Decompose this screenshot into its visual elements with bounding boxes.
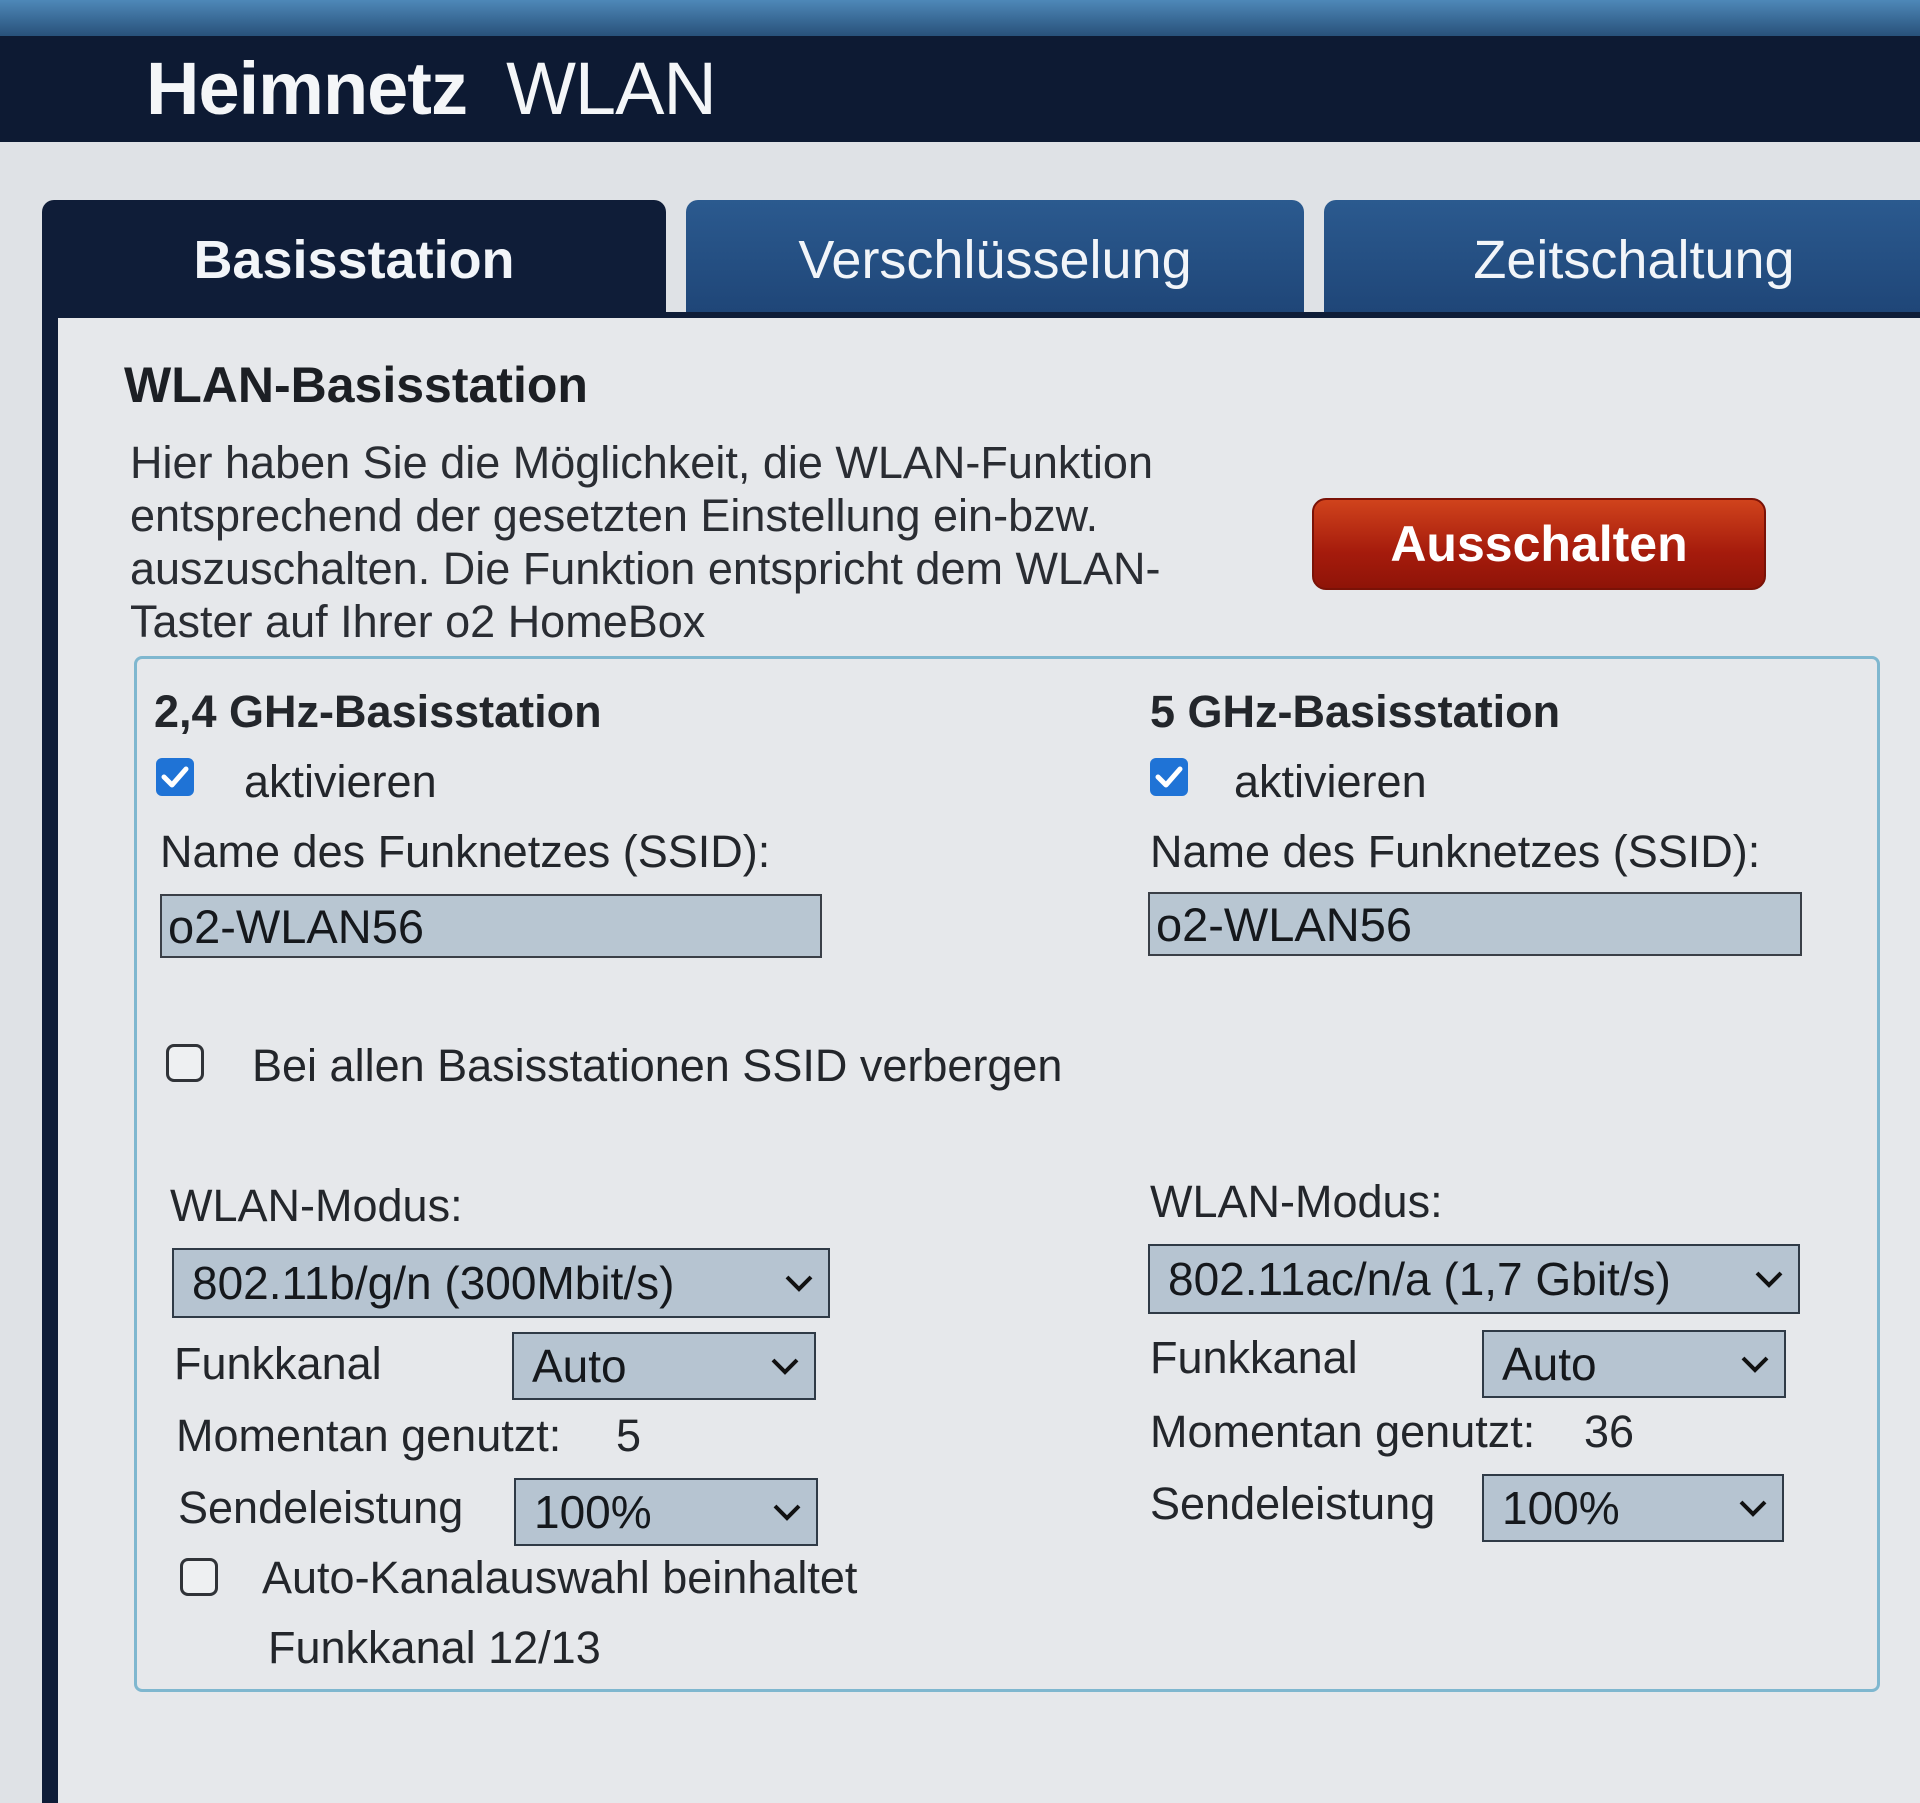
hide-ssid-checkbox[interactable] xyxy=(166,1044,204,1082)
tab-verschluesselung[interactable]: Verschlüsselung xyxy=(686,200,1304,312)
band24-current-label: Momentan genutzt: xyxy=(176,1410,562,1461)
band24-activate-label: aktivieren xyxy=(244,756,437,807)
band5-title: 5 GHz-Basisstation xyxy=(1150,686,1561,737)
wlan-off-button-label: Ausschalten xyxy=(1390,516,1688,572)
band24-power-select[interactable]: 100% xyxy=(514,1478,818,1546)
page-title-bold: Heimnetz xyxy=(146,47,468,130)
band5-activate-checkbox[interactable] xyxy=(1150,758,1188,796)
chevron-down-icon xyxy=(770,1498,804,1526)
band24-mode-select[interactable]: 802.11b/g/n (300Mbit/s) xyxy=(172,1248,830,1318)
band24-channel-label: Funkkanal xyxy=(174,1338,382,1389)
tab-zeitschaltung[interactable]: Zeitschaltung xyxy=(1324,200,1920,312)
tab-label: Zeitschaltung xyxy=(1473,230,1795,290)
description-line: Taster auf Ihrer o2 HomeBox xyxy=(130,596,706,647)
band5-power-select[interactable]: 100% xyxy=(1482,1474,1784,1542)
band5-ssid-value: o2-WLAN56 xyxy=(1156,897,1412,951)
band5-channel-label: Funkkanal xyxy=(1150,1332,1358,1383)
section-description: Hier haben Sie die Möglichkeit, die WLAN… xyxy=(130,436,1250,648)
band5-mode-select[interactable]: 802.11ac/n/a (1,7 Gbit/s) xyxy=(1148,1244,1800,1314)
band5-mode-label: WLAN-Modus: xyxy=(1150,1176,1443,1227)
band24-power-value: 100% xyxy=(534,1486,652,1538)
band24-ssid-input[interactable]: o2-WLAN56 xyxy=(160,894,822,958)
tab-basisstation[interactable]: Basisstation xyxy=(42,200,666,312)
auto-channel-label: Auto-Kanalauswahl beinhaltet xyxy=(262,1552,858,1603)
page-title-rest: WLAN xyxy=(506,47,717,130)
band24-current-value: 5 xyxy=(616,1410,642,1461)
band24-title: 2,4 GHz-Basisstation xyxy=(154,686,602,737)
description-line: Hier haben Sie die Möglichkeit, die WLAN… xyxy=(130,437,1153,488)
band5-power-label: Sendeleistung xyxy=(1150,1478,1436,1529)
hide-ssid-label: Bei allen Basisstationen SSID verbergen xyxy=(252,1040,1063,1091)
browser-top-strip xyxy=(0,0,1920,36)
band24-mode-value: 802.11b/g/n (300Mbit/s) xyxy=(192,1257,675,1309)
auto-channel-label-line2: Funkkanal 12/13 xyxy=(268,1622,601,1673)
band5-ssid-input[interactable]: o2-WLAN56 xyxy=(1148,892,1802,956)
band5-activate-label: aktivieren xyxy=(1234,756,1427,807)
band5-current-value: 36 xyxy=(1584,1406,1635,1457)
band5-current-label: Momentan genutzt: xyxy=(1150,1406,1536,1457)
band24-channel-select[interactable]: Auto xyxy=(512,1332,816,1400)
chevron-down-icon xyxy=(768,1352,802,1380)
tab-label: Basisstation xyxy=(193,230,515,290)
checkmark-icon xyxy=(1155,766,1183,788)
chevron-down-icon xyxy=(1738,1350,1772,1378)
band24-power-label: Sendeleistung xyxy=(178,1482,464,1533)
chevron-down-icon xyxy=(1752,1265,1786,1293)
section-title: WLAN-Basisstation xyxy=(124,357,588,413)
band24-ssid-value: o2-WLAN56 xyxy=(168,899,424,953)
tab-label: Verschlüsselung xyxy=(798,230,1192,290)
chevron-down-icon xyxy=(1736,1494,1770,1522)
page-title: Heimnetz WLAN xyxy=(146,46,717,131)
band5-mode-value: 802.11ac/n/a (1,7 Gbit/s) xyxy=(1168,1253,1671,1305)
description-line: auszuschalten. Die Funktion entspricht d… xyxy=(130,543,1161,594)
page-header: Heimnetz WLAN xyxy=(0,36,1920,142)
band24-channel-value: Auto xyxy=(532,1340,627,1392)
chevron-down-icon xyxy=(782,1269,816,1297)
band5-channel-value: Auto xyxy=(1502,1338,1597,1390)
band24-ssid-label: Name des Funknetzes (SSID): xyxy=(160,826,771,877)
band5-channel-select[interactable]: Auto xyxy=(1482,1330,1786,1398)
band24-mode-label: WLAN-Modus: xyxy=(170,1180,463,1231)
band5-power-value: 100% xyxy=(1502,1482,1620,1534)
band5-ssid-label: Name des Funknetzes (SSID): xyxy=(1150,826,1761,877)
wlan-off-button[interactable]: Ausschalten xyxy=(1312,498,1766,590)
description-line: entsprechend der gesetzten Einstellung e… xyxy=(130,490,1099,541)
auto-channel-checkbox[interactable] xyxy=(180,1558,218,1596)
band24-activate-checkbox[interactable] xyxy=(156,758,194,796)
checkmark-icon xyxy=(161,766,189,788)
